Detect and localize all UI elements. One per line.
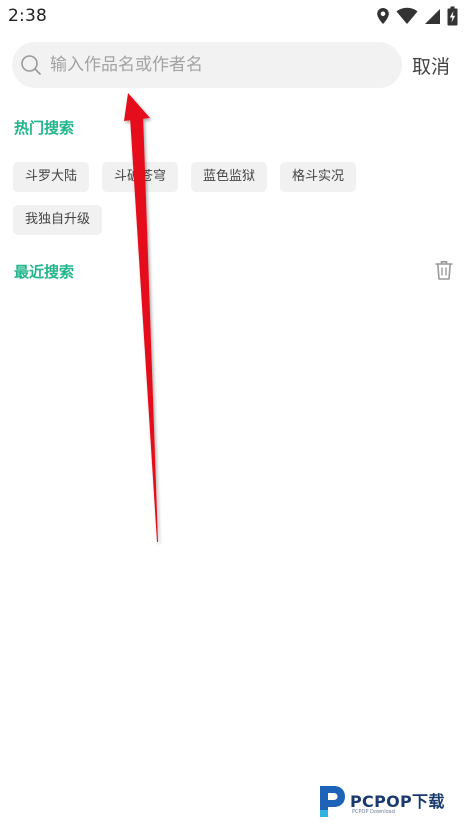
search-box[interactable] [12,42,402,88]
hot-tag[interactable]: 蓝色监狱 [191,162,268,192]
signal-icon [424,8,441,25]
watermark: PCPOP下载 PCPOP Download [316,780,460,824]
battery-icon [447,6,458,26]
watermark-sub: PCPOP Download [352,809,395,815]
cancel-button[interactable]: 取消 [412,50,454,80]
hot-tag[interactable]: 斗破苍穹 [102,162,179,192]
wifi-icon [396,7,418,25]
status-time: 2:38 [8,6,47,26]
hot-tag[interactable]: 我独自升级 [13,205,103,235]
search-input[interactable] [50,42,390,88]
pcpop-logo-icon [316,782,348,824]
recent-search-title: 最近搜索 [14,263,75,281]
hot-search-title: 热门搜索 [14,119,75,137]
status-icons [376,6,458,26]
status-bar: 2:38 [0,0,466,32]
hot-search-tags: 斗罗大陆 斗破苍穹 蓝色监狱 格斗实况 我独自升级 [13,162,453,235]
hot-tag[interactable]: 格斗实况 [280,162,357,192]
trash-icon[interactable] [432,258,456,282]
hot-tag[interactable]: 斗罗大陆 [13,162,90,192]
search-icon [20,54,42,76]
location-icon [376,7,390,25]
